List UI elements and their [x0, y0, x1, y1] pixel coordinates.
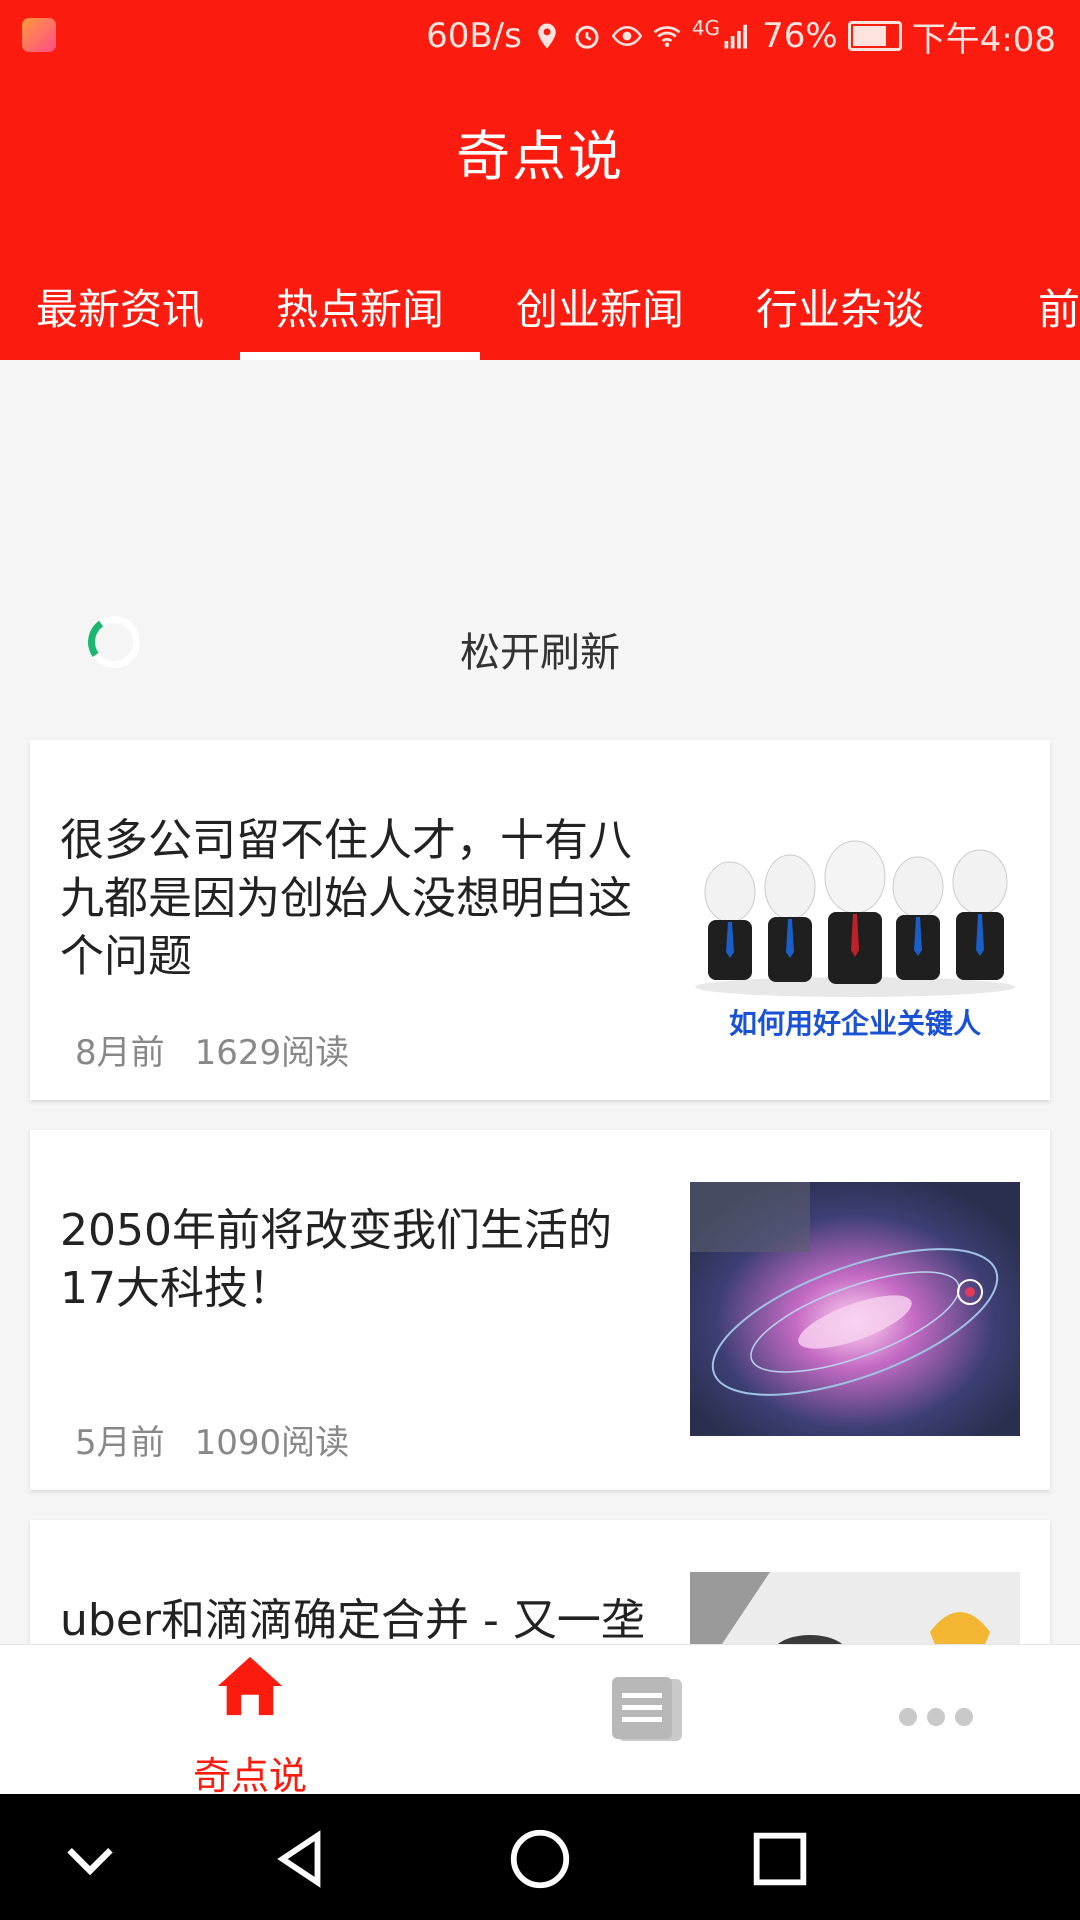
articles-icon: [612, 1677, 682, 1741]
alarm-icon: [575, 25, 599, 49]
net-speed: 60B/s: [426, 16, 522, 56]
article-card[interactable]: 很多公司留不住人才，十有八九都是因为创始人没想明白这个问题 8月前 1629阅读: [30, 740, 1050, 1100]
signal-icon: [724, 24, 748, 49]
status-bar: 60B/s 4G 76% 下午4:08: [0, 0, 1080, 72]
thumbnail-caption: 如何用好企业关键人: [728, 1007, 981, 1040]
battery-icon: [847, 21, 902, 51]
bottom-navigation: 奇点说: [0, 1644, 1080, 1798]
article-headline: uber和滴滴确定合并 - 又一垄: [60, 1595, 645, 1646]
battery-level: [852, 26, 886, 46]
back-icon[interactable]: [265, 1824, 335, 1894]
system-navigation-bar: [0, 1794, 1080, 1920]
home-icon: [217, 1656, 283, 1716]
tab-hot-news[interactable]: 热点新闻: [240, 262, 480, 360]
status-time: 下午4:08: [911, 19, 1056, 60]
network-type: 4G: [691, 16, 721, 40]
article-reads: 1090阅读: [194, 1423, 350, 1463]
wifi-icon: [653, 26, 681, 47]
more-icon: [899, 1708, 973, 1726]
tab-bar: 最新资讯 热点新闻 创业新闻 行业杂谈 前沿: [0, 262, 1080, 360]
eye-icon: [611, 25, 642, 47]
article-card[interactable]: 2050年前将改变我们生活的17大科技！ 5月前 1090阅读: [30, 1130, 1050, 1490]
article-age: 8月前: [75, 1033, 165, 1073]
recents-icon[interactable]: [745, 1824, 815, 1894]
page-title: 奇点说: [456, 125, 624, 188]
home-circle-icon[interactable]: [505, 1824, 575, 1894]
article-headline: 2050年前将改变我们生活的17大科技！: [60, 1205, 612, 1314]
app-notification-icon: [22, 18, 56, 52]
article-meta: 8月前 1629阅读: [75, 1025, 349, 1074]
article-meta: 5月前 1090阅读: [75, 1415, 349, 1464]
app-bar: 奇点说 最新资讯 热点新闻 创业新闻 行业杂谈 前沿: [0, 72, 1080, 360]
tab-startup-news[interactable]: 创业新闻: [480, 262, 720, 360]
tab-frontier[interactable]: 前沿: [960, 262, 1080, 360]
nav-home[interactable]: 奇点说: [70, 1645, 430, 1798]
tab-industry-talk[interactable]: 行业杂谈: [720, 262, 960, 360]
location-icon: [538, 23, 556, 49]
nav-home-label: 奇点说: [192, 1754, 307, 1798]
article-reads: 1629阅读: [194, 1033, 350, 1073]
nav-more[interactable]: [756, 1645, 1080, 1795]
pull-to-refresh: 松开刷新: [0, 360, 1080, 720]
battery-percent: 76%: [762, 16, 838, 56]
tab-latest-news[interactable]: 最新资讯: [0, 262, 240, 360]
article-thumbnail: 如何用好企业关键人: [690, 792, 1020, 1046]
article-age: 5月前: [75, 1423, 165, 1463]
refresh-hint: 松开刷新: [460, 630, 620, 676]
article-thumbnail: [690, 1182, 1020, 1436]
article-headline: 很多公司留不住人才，十有八九都是因为创始人没想明白这个问题: [60, 815, 632, 982]
galaxy-image: [690, 1182, 1020, 1436]
chevron-down-icon[interactable]: [55, 1824, 125, 1894]
status-icons: 60B/s 4G 76% 下午4:08: [426, 16, 1056, 60]
